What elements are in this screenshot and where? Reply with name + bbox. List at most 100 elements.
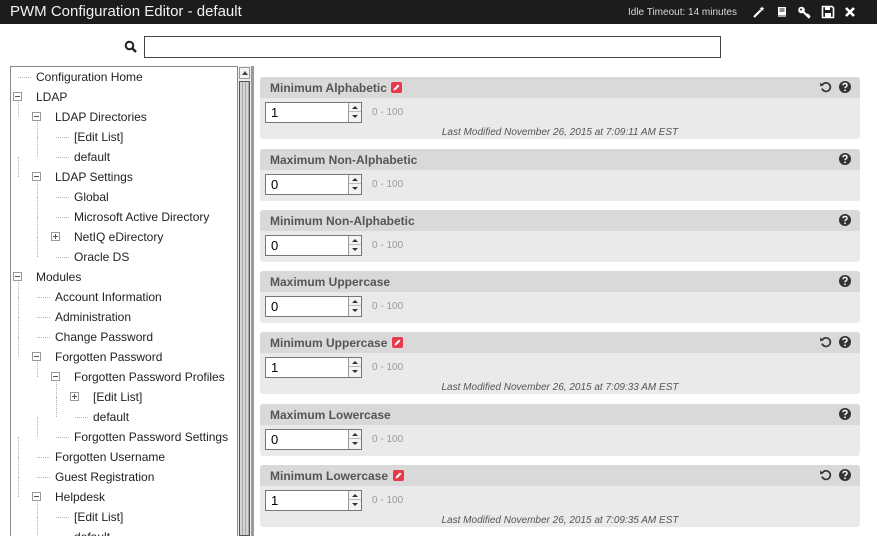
number-input[interactable]: 0: [265, 235, 362, 256]
number-input[interactable]: 0: [265, 296, 362, 317]
help-icon[interactable]: [838, 152, 852, 166]
spinner-down-arrow[interactable]: [349, 439, 361, 448]
number-value[interactable]: 0: [271, 299, 278, 314]
number-spinner[interactable]: [348, 236, 361, 255]
collapse-icon[interactable]: [51, 372, 60, 381]
number-input[interactable]: 0: [265, 429, 362, 450]
spinner-up-arrow[interactable]: [349, 430, 361, 439]
tree-node[interactable]: Oracle DS: [74, 247, 129, 267]
tree-node[interactable]: Modules: [36, 267, 81, 287]
settings-panel: Minimum Alphabetic 1 0 - 100 Last Modified …: [254, 66, 877, 536]
tree-node[interactable]: [Edit List]: [93, 387, 142, 407]
collapse-icon[interactable]: [13, 272, 22, 281]
tree-node[interactable]: NetIQ eDirectory: [74, 227, 163, 247]
save-icon[interactable]: [821, 5, 835, 19]
tree-node[interactable]: Guest Registration: [55, 467, 154, 487]
number-value[interactable]: 1: [271, 105, 278, 120]
tree-scrollbar[interactable]: [237, 66, 251, 536]
spinner-down-arrow[interactable]: [349, 500, 361, 509]
reset-icon[interactable]: [819, 335, 833, 349]
tree-node[interactable]: Forgotten Username: [55, 447, 165, 467]
collapse-icon[interactable]: [32, 492, 41, 501]
help-icon[interactable]: [838, 80, 852, 94]
tree-node[interactable]: LDAP: [36, 87, 67, 107]
spinner-up-arrow[interactable]: [349, 175, 361, 184]
number-spinner[interactable]: [348, 491, 361, 510]
tree-connector: [18, 297, 19, 317]
spinner-down-arrow[interactable]: [349, 306, 361, 315]
number-input[interactable]: 0: [265, 174, 362, 195]
tree-node[interactable]: Administration: [55, 307, 131, 327]
setting-name: Minimum Alphabetic: [270, 81, 387, 95]
tree-node[interactable]: Forgotten Password Settings: [74, 427, 228, 447]
number-value[interactable]: 1: [271, 360, 278, 375]
tree-connector: [37, 182, 38, 197]
help-icon[interactable]: [838, 335, 852, 349]
spinner-down-arrow[interactable]: [349, 367, 361, 376]
scroll-up-arrow[interactable]: [239, 67, 250, 79]
setting-name: Maximum Uppercase: [270, 275, 391, 289]
number-value[interactable]: 0: [271, 432, 278, 447]
spinner-up-arrow[interactable]: [349, 491, 361, 500]
tree-node[interactable]: [Edit List]: [74, 127, 123, 147]
tree-connector: [56, 517, 69, 518]
number-spinner[interactable]: [348, 297, 361, 316]
tree-node[interactable]: LDAP Settings: [55, 167, 133, 187]
search-input[interactable]: [144, 36, 721, 58]
tree-node[interactable]: Account Information: [55, 287, 162, 307]
book-icon[interactable]: [775, 5, 789, 19]
expand-icon[interactable]: [70, 392, 79, 401]
spinner-up-arrow[interactable]: [349, 358, 361, 367]
collapse-icon[interactable]: [13, 92, 22, 101]
help-icon[interactable]: [838, 407, 852, 421]
spinner-down-arrow[interactable]: [349, 245, 361, 254]
tree-connector: [18, 457, 19, 477]
collapse-icon[interactable]: [32, 112, 41, 121]
tree-node[interactable]: Forgotten Password Profiles: [74, 367, 225, 387]
tree-connector: [18, 477, 19, 497]
number-spinner[interactable]: [348, 103, 361, 122]
tree-node[interactable]: default: [74, 527, 110, 536]
number-spinner[interactable]: [348, 358, 361, 377]
setting-name: Maximum Lowercase: [270, 408, 391, 422]
tree-node[interactable]: LDAP Directories: [55, 107, 147, 127]
spinner-down-arrow[interactable]: [349, 184, 361, 193]
reset-icon[interactable]: [819, 80, 833, 94]
magic-wand-icon[interactable]: [752, 5, 766, 19]
tree-node[interactable]: Helpdesk: [55, 487, 105, 507]
help-icon[interactable]: [838, 274, 852, 288]
number-value[interactable]: 0: [271, 238, 278, 253]
tree-node[interactable]: Forgotten Password: [55, 347, 162, 367]
title-bar: PWM Configuration Editor - default Idle …: [0, 0, 877, 24]
collapse-icon[interactable]: [32, 352, 41, 361]
tree-connector: [18, 282, 19, 297]
setting-panel: Minimum Uppercase 1 0 - 100 Last Modified N…: [260, 332, 860, 394]
number-value[interactable]: 0: [271, 177, 278, 192]
tree-connector: [37, 502, 38, 517]
help-icon[interactable]: [838, 213, 852, 227]
number-input[interactable]: 1: [265, 102, 362, 123]
number-input[interactable]: 1: [265, 357, 362, 378]
tree-node[interactable]: [Edit List]: [74, 507, 123, 527]
spinner-down-arrow[interactable]: [349, 112, 361, 121]
spinner-up-arrow[interactable]: [349, 297, 361, 306]
number-spinner[interactable]: [348, 430, 361, 449]
help-icon[interactable]: [838, 468, 852, 482]
number-spinner[interactable]: [348, 175, 361, 194]
reset-icon[interactable]: [819, 468, 833, 482]
tree-node[interactable]: Microsoft Active Directory: [74, 207, 209, 227]
spinner-up-arrow[interactable]: [349, 103, 361, 112]
collapse-icon[interactable]: [32, 172, 41, 181]
tree-node[interactable]: Configuration Home: [36, 67, 143, 87]
number-input[interactable]: 1: [265, 490, 362, 511]
scrollbar-thumb[interactable]: [239, 81, 250, 536]
close-icon[interactable]: [843, 5, 857, 19]
tree-node[interactable]: default: [93, 407, 129, 427]
expand-icon[interactable]: [51, 232, 60, 241]
number-value[interactable]: 1: [271, 493, 278, 508]
key-icon[interactable]: [797, 5, 811, 19]
spinner-up-arrow[interactable]: [349, 236, 361, 245]
tree-node[interactable]: Global: [74, 187, 109, 207]
tree-node[interactable]: Change Password: [55, 327, 153, 347]
tree-node[interactable]: default: [74, 147, 110, 167]
